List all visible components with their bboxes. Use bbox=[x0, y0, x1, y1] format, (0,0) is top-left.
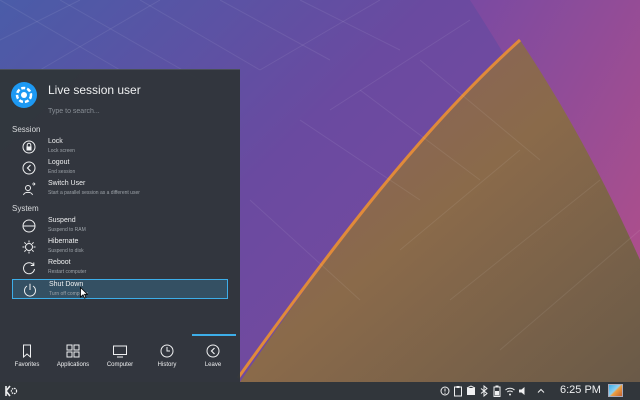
leave-icon bbox=[206, 344, 220, 358]
tab-favorites[interactable]: Favorites bbox=[4, 342, 50, 383]
section-title-system: System bbox=[12, 204, 39, 213]
menu-item-lock[interactable]: Lock Lock screen bbox=[12, 137, 228, 157]
item-title: Logout bbox=[48, 159, 70, 166]
clipboard-icon[interactable] bbox=[453, 385, 463, 397]
item-subtitle: Lock screen bbox=[48, 148, 75, 154]
lock-icon bbox=[22, 140, 36, 154]
launcher-header: Live session user bbox=[0, 70, 240, 122]
kde-gear-icon bbox=[15, 86, 33, 104]
item-title: Lock bbox=[48, 138, 63, 145]
tab-label: Computer bbox=[106, 362, 134, 368]
menu-item-reboot[interactable]: Reboot Restart computer bbox=[12, 258, 228, 278]
shutdown-icon bbox=[24, 283, 36, 297]
section-title-session: Session bbox=[12, 125, 41, 134]
volume-icon[interactable] bbox=[518, 385, 528, 397]
switch-user-icon bbox=[23, 182, 36, 196]
clock-icon bbox=[160, 344, 174, 358]
item-subtitle: Suspend to RAM bbox=[48, 227, 86, 233]
tab-label: Favorites bbox=[14, 362, 40, 368]
avatar[interactable] bbox=[11, 82, 37, 108]
menu-item-hibernate[interactable]: Hibernate Suspend to disk bbox=[12, 237, 228, 257]
show-desktop-button[interactable] bbox=[608, 384, 623, 397]
username: Live session user bbox=[48, 83, 141, 97]
tab-applications[interactable]: Applications bbox=[50, 342, 96, 383]
kde-launcher-button-icon[interactable] bbox=[4, 384, 18, 398]
item-title: Suspend bbox=[48, 217, 76, 224]
item-title: Switch User bbox=[48, 180, 86, 187]
mouse-pointer-icon bbox=[80, 287, 88, 299]
logout-icon bbox=[22, 161, 36, 175]
clock[interactable]: 6:25 PM bbox=[560, 384, 601, 396]
grid-icon bbox=[66, 344, 80, 358]
hibernate-icon bbox=[22, 240, 36, 254]
launcher-tabs: Favorites Applications Computer History … bbox=[0, 342, 240, 383]
item-title: Reboot bbox=[48, 259, 71, 266]
package-icon[interactable] bbox=[466, 385, 476, 397]
item-title: Hibernate bbox=[48, 238, 79, 245]
tab-label: Applications bbox=[56, 362, 90, 368]
expand-icon[interactable] bbox=[536, 385, 546, 397]
menu-item-switch-user[interactable]: Switch User Start a parallel session as … bbox=[12, 179, 228, 199]
notification-icon[interactable] bbox=[440, 385, 450, 397]
active-tab-indicator bbox=[192, 334, 236, 336]
battery-icon[interactable] bbox=[492, 385, 502, 397]
bookmark-icon bbox=[23, 344, 31, 358]
item-subtitle: Start a parallel session as a different … bbox=[48, 190, 140, 196]
reboot-icon bbox=[23, 262, 35, 275]
monitor-icon bbox=[113, 345, 127, 358]
item-title: Shut Down bbox=[49, 281, 84, 288]
tab-leave[interactable]: Leave bbox=[190, 342, 236, 383]
menu-item-logout[interactable]: Logout End session bbox=[12, 158, 228, 178]
item-subtitle: Restart computer bbox=[48, 269, 87, 275]
suspend-icon bbox=[22, 219, 36, 233]
menu-item-shutdown[interactable]: Shut Down Turn off computer bbox=[12, 279, 228, 299]
taskbar: 6:25 PM bbox=[0, 382, 640, 400]
menu-item-suspend[interactable]: Suspend Suspend to RAM bbox=[12, 216, 228, 236]
bluetooth-icon[interactable] bbox=[479, 385, 489, 397]
tab-history[interactable]: History bbox=[144, 342, 190, 383]
tab-computer[interactable]: Computer bbox=[97, 342, 143, 383]
tab-label: Leave bbox=[204, 362, 222, 368]
item-subtitle: End session bbox=[48, 169, 76, 175]
search-input[interactable] bbox=[46, 104, 226, 118]
application-launcher: Live session user Session Lock Lock scre… bbox=[0, 69, 240, 382]
tab-label: History bbox=[157, 362, 177, 368]
item-subtitle: Suspend to disk bbox=[48, 248, 84, 254]
network-icon[interactable] bbox=[505, 385, 515, 397]
